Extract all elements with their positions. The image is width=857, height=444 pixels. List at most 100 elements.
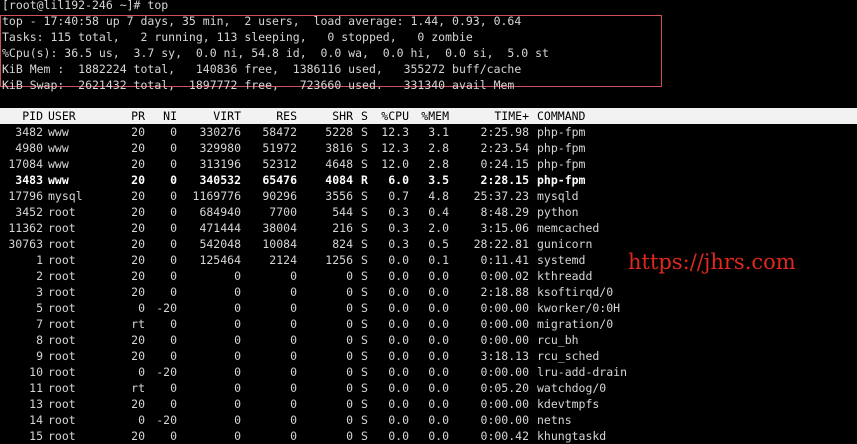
process-cpu-col: 0.0 [388,333,409,347]
process-user-col: www [48,141,69,155]
process-res-col: 2124 [269,253,297,267]
process-time-col: 0:00.00 [480,413,529,427]
process-cpu-col: 0.0 [388,285,409,299]
process-shr-col: 0 [346,413,353,427]
process-shr-col: 0 [346,301,353,315]
process-mem-col: 0.4 [428,205,449,219]
process-state-col: S [361,381,368,395]
process-res-col: 52312 [262,157,297,171]
process-state-col: R [361,173,368,187]
process-ni-col: 0 [170,205,177,219]
shell-prompt: [root@lil192-246 ~]# top [2,0,169,12]
process-ni-col: 0 [170,349,177,363]
process-ni-col: 0 [170,189,177,203]
process-time-col: 0:00.00 [480,365,529,379]
process-cpu-col: 0.0 [388,381,409,395]
process-command-col: lru-add-drain [537,365,628,379]
process-res-col: 90296 [262,189,297,203]
process-pr-col: 20 [131,221,145,235]
process-row: 17084 www 20 0 313196 52312 4648 S 12.0 2.8 0:24.1… [0,156,857,172]
process-command-col: php-fpm [537,141,586,155]
process-ni-col: 0 [170,317,177,331]
terminal-window[interactable]: [root@lil192-246 ~]# top top - 17:40:58 … [0,0,857,444]
process-ni-col: 0 [170,285,177,299]
process-ni-col: -20 [156,301,177,315]
process-res-col: 38004 [262,221,297,235]
process-shr-col: 0 [346,365,353,379]
process-res-col: 7700 [269,205,297,219]
process-row: 11362 root 20 0 471444 38004 216 S 0.3 2.0 3:15.06… [0,220,857,236]
process-pr-col: 20 [131,269,145,283]
process-ni-col: -20 [156,365,177,379]
process-cpu-col: 0.3 [388,221,409,235]
process-cpu-col: 0.0 [388,365,409,379]
process-user-col: root [48,301,76,315]
process-cpu-col: 0.3 [388,205,409,219]
process-pr-col: 20 [131,429,145,443]
process-row: 4980 www 20 0 329980 51972 3816 S 12.3 2.8 2:23.54… [0,140,857,156]
process-mem-col: 0.0 [428,285,449,299]
process-mem-col: 0.0 [428,429,449,443]
process-time-col: 2:28.15 [480,173,529,187]
process-mem-col: 0.0 [428,365,449,379]
process-row: 7 root rt 0 0 0 0 S 0.0 0.0 0:00.00 migration/0 [0,316,857,332]
process-user-col: www [48,157,69,171]
process-row: 15 root 20 0 0 0 0 S 0.0 0.0 0:00.42 khungtaskd [0,428,857,444]
process-time-col: 0:00.00 [480,333,529,347]
process-shr-col: 0 [346,397,353,411]
process-mem-col: 3.1 [428,125,449,139]
watermark: https://jhrs.com [628,250,796,274]
process-state-col: S [361,301,368,315]
process-state-col: S [361,237,368,251]
process-state-col: S [361,253,368,267]
process-pr-col: 0 [138,413,145,427]
process-time-col: 25:37.23 [473,189,529,203]
process-command-col: netns [537,413,572,427]
process-cpu-col: 0.0 [388,301,409,315]
process-cpu-col: 0.3 [388,237,409,251]
process-mem-col: 3.5 [428,173,449,187]
process-virt-col: 0 [234,349,241,363]
process-command-col: memcached [537,221,600,235]
process-user-col: root [48,349,76,363]
column-header-row: PID USER PR NI VIRT RES SHR S %CPU %MEM TIME+ COMMA… [0,108,857,124]
process-state-col: S [361,413,368,427]
process-pid-col: 11362 [8,221,43,235]
process-shr-col: 216 [332,221,353,235]
process-state-col: S [361,365,368,379]
process-pid-col: 3452 [15,205,43,219]
process-command-col: watchdog/0 [537,381,607,395]
process-row: 17796 mysql 20 0 1169776 90296 3556 S 0.7 4.8 25:3… [0,188,857,204]
process-shr-col: 0 [346,349,353,363]
process-mem-col: 0.0 [428,397,449,411]
process-mem-col: 0.0 [428,413,449,427]
process-cpu-col: 0.0 [388,269,409,283]
process-pr-col: 20 [131,333,145,347]
process-shr-col: 0 [346,285,353,299]
process-mem-col: 0.0 [428,269,449,283]
process-pr-col: 20 [131,285,145,299]
process-virt-col: 0 [234,301,241,315]
process-pr-col: 0 [138,365,145,379]
process-state-col: S [361,221,368,235]
process-virt-col: 0 [234,269,241,283]
process-command-col: kthreadd [537,269,593,283]
process-cpu-col: 6.0 [388,173,409,187]
process-command-col: systemd [537,253,586,267]
process-ni-col: 0 [170,157,177,171]
process-user-col: root [48,221,76,235]
process-pr-col: 20 [131,237,145,251]
process-shr-col: 0 [346,429,353,443]
process-command-col: mysqld [537,189,579,203]
process-row: 14 root 0 -20 0 0 0 S 0.0 0.0 0:00.00 netns [0,412,857,428]
process-mem-col: 2.8 [428,141,449,155]
process-ni-col: 0 [170,173,177,187]
process-virt-col: 0 [234,397,241,411]
process-cpu-col: 0.0 [388,349,409,363]
process-time-col: 3:18.13 [480,349,529,363]
summary-uptime: top - 17:40:58 up 7 days, 35 min, 2 user… [2,14,522,28]
process-state-col: S [361,333,368,347]
process-time-col: 8:48.29 [480,205,529,219]
process-mem-col: 2.8 [428,157,449,171]
process-cpu-col: 12.3 [381,141,409,155]
